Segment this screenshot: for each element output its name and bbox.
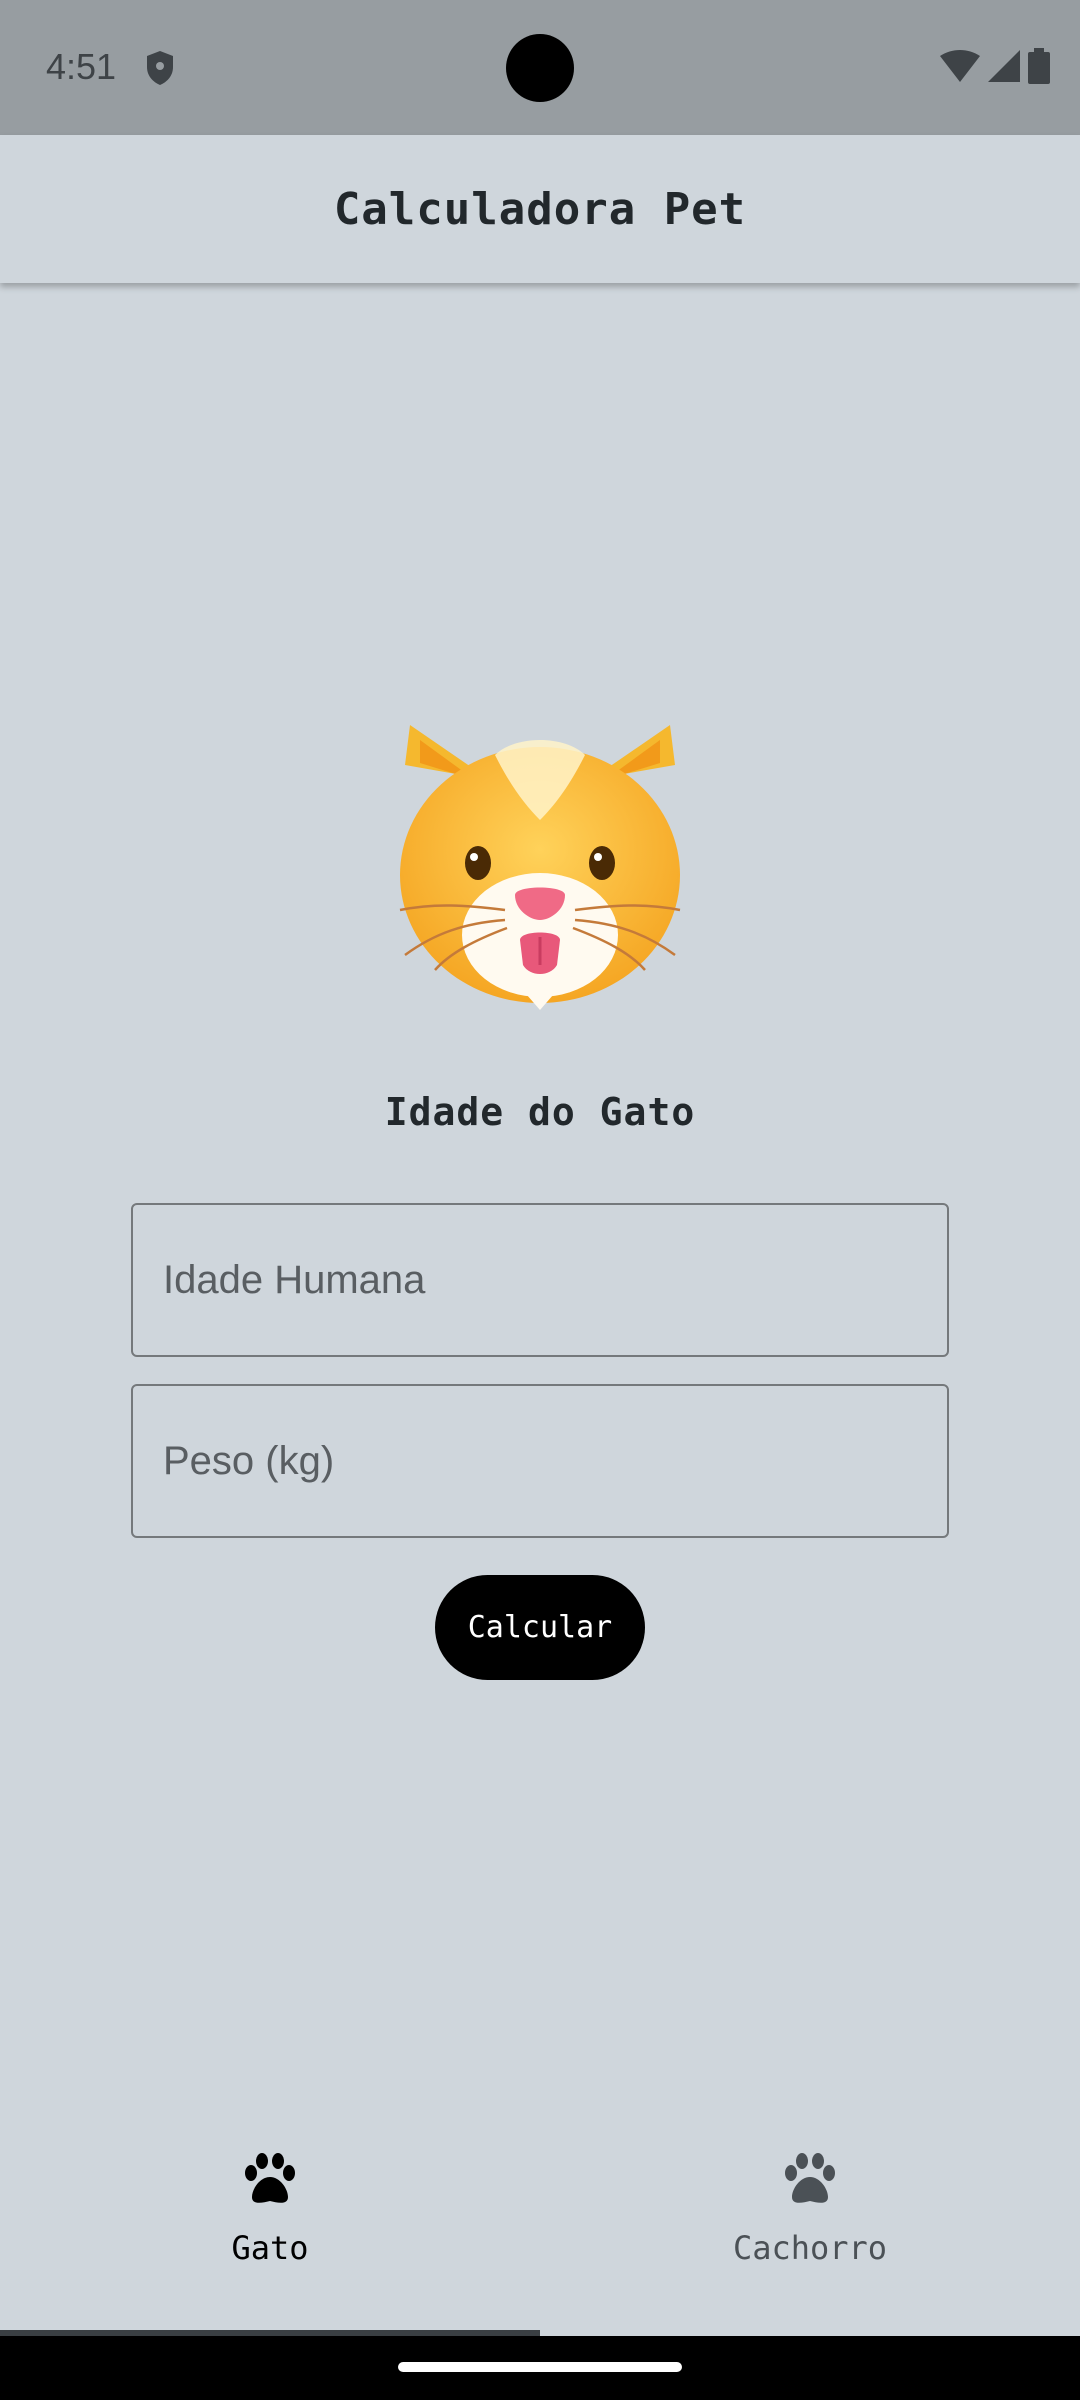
weight-input[interactable] (131, 1384, 949, 1538)
wifi-icon (940, 50, 980, 82)
nav-tab-cat[interactable]: Gato (0, 2103, 540, 2336)
status-icons (940, 48, 1050, 84)
battery-icon (1028, 48, 1050, 84)
nav-tab-cat-label: Gato (231, 2229, 309, 2267)
status-time: 4:51 (46, 46, 117, 87)
bottom-navigation: Gato Cachorro (0, 2103, 1080, 2336)
section-title: Idade do Gato (384, 1090, 696, 1134)
human-age-input[interactable] (131, 1203, 949, 1357)
cat-face-illustration (399, 725, 681, 1010)
nav-tab-dog[interactable]: Cachorro (540, 2103, 1080, 2336)
shield-icon (147, 51, 173, 85)
nav-tab-dog-label: Cachorro (732, 2229, 888, 2267)
home-gesture-handle[interactable] (398, 2362, 682, 2372)
top-app-bar: Calculadora Pet (0, 135, 1080, 283)
calculate-button[interactable]: Calcular (435, 1575, 645, 1680)
app-title: Calculadora Pet (333, 183, 747, 235)
paw-icon (245, 2153, 295, 2203)
paw-icon (785, 2153, 835, 2203)
camera-cutout (506, 34, 574, 102)
status-bar: 4:51 (0, 0, 1080, 135)
signal-icon (988, 50, 1020, 82)
